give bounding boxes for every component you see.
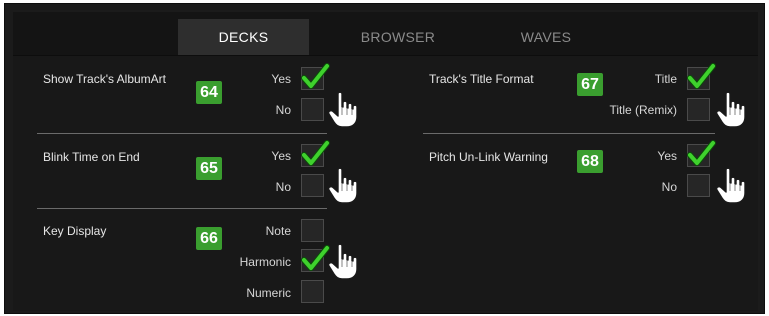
checkbox-pitch-no[interactable]	[687, 174, 710, 197]
option-label-blink-no: No	[275, 180, 291, 194]
checkbox-blink-no[interactable]	[301, 174, 324, 197]
divider	[37, 133, 327, 134]
checkbox-key-note[interactable]	[301, 219, 324, 242]
tab-decks[interactable]: DECKS	[178, 19, 309, 55]
divider	[423, 133, 715, 134]
divider	[37, 208, 327, 209]
pointer-hand-icon	[715, 166, 749, 206]
setting-label-key-display: Key Display	[43, 224, 107, 238]
option-label-key-note: Note	[265, 224, 291, 238]
tab-waves[interactable]: WAVES	[481, 19, 611, 55]
checkbox-key-harmonic[interactable]	[301, 249, 324, 272]
setting-label-albumart: Show Track's AlbumArt	[43, 72, 166, 86]
pointer-hand-icon	[327, 90, 361, 130]
checkmark-icon	[300, 62, 330, 92]
checkmark-icon	[300, 244, 330, 274]
checkbox-albumart-yes[interactable]	[301, 67, 324, 90]
pointer-hand-icon	[327, 166, 361, 206]
option-label-title: Title	[654, 72, 677, 86]
checkbox-key-numeric[interactable]	[301, 280, 324, 303]
option-label-albumart-no: No	[275, 103, 291, 117]
setting-label-title-format: Track's Title Format	[429, 72, 534, 86]
tab-bar: DECKS BROWSER WAVES	[13, 12, 758, 56]
option-label-pitch-yes: Yes	[657, 149, 677, 163]
checkmark-icon	[686, 62, 716, 92]
checkbox-albumart-no[interactable]	[301, 98, 324, 121]
checkmark-icon	[686, 139, 716, 169]
option-label-key-numeric: Numeric	[246, 286, 291, 300]
settings-window: DECKS BROWSER WAVES Show Track's AlbumAr…	[4, 3, 765, 314]
tab-browser[interactable]: BROWSER	[333, 19, 463, 55]
checkbox-title-remix[interactable]	[687, 98, 710, 121]
setting-label-pitch-unlink: Pitch Un-Link Warning	[429, 150, 548, 164]
step-badge-64: 64	[196, 81, 222, 104]
option-label-blink-yes: Yes	[271, 149, 291, 163]
setting-label-blink-time: Blink Time on End	[43, 150, 140, 164]
checkbox-pitch-yes[interactable]	[687, 144, 710, 167]
step-badge-65: 65	[196, 157, 222, 180]
checkmark-icon	[300, 139, 330, 169]
checkbox-blink-yes[interactable]	[301, 144, 324, 167]
option-label-title-remix: Title (Remix)	[609, 103, 677, 117]
option-label-albumart-yes: Yes	[271, 72, 291, 86]
pointer-hand-icon	[715, 90, 749, 130]
option-label-key-harmonic: Harmonic	[239, 255, 291, 269]
option-label-pitch-no: No	[661, 180, 677, 194]
checkbox-title[interactable]	[687, 67, 710, 90]
pointer-hand-icon	[327, 242, 361, 282]
decks-settings-panel: Show Track's AlbumArt 64 Yes No Blink Ti…	[13, 56, 758, 311]
